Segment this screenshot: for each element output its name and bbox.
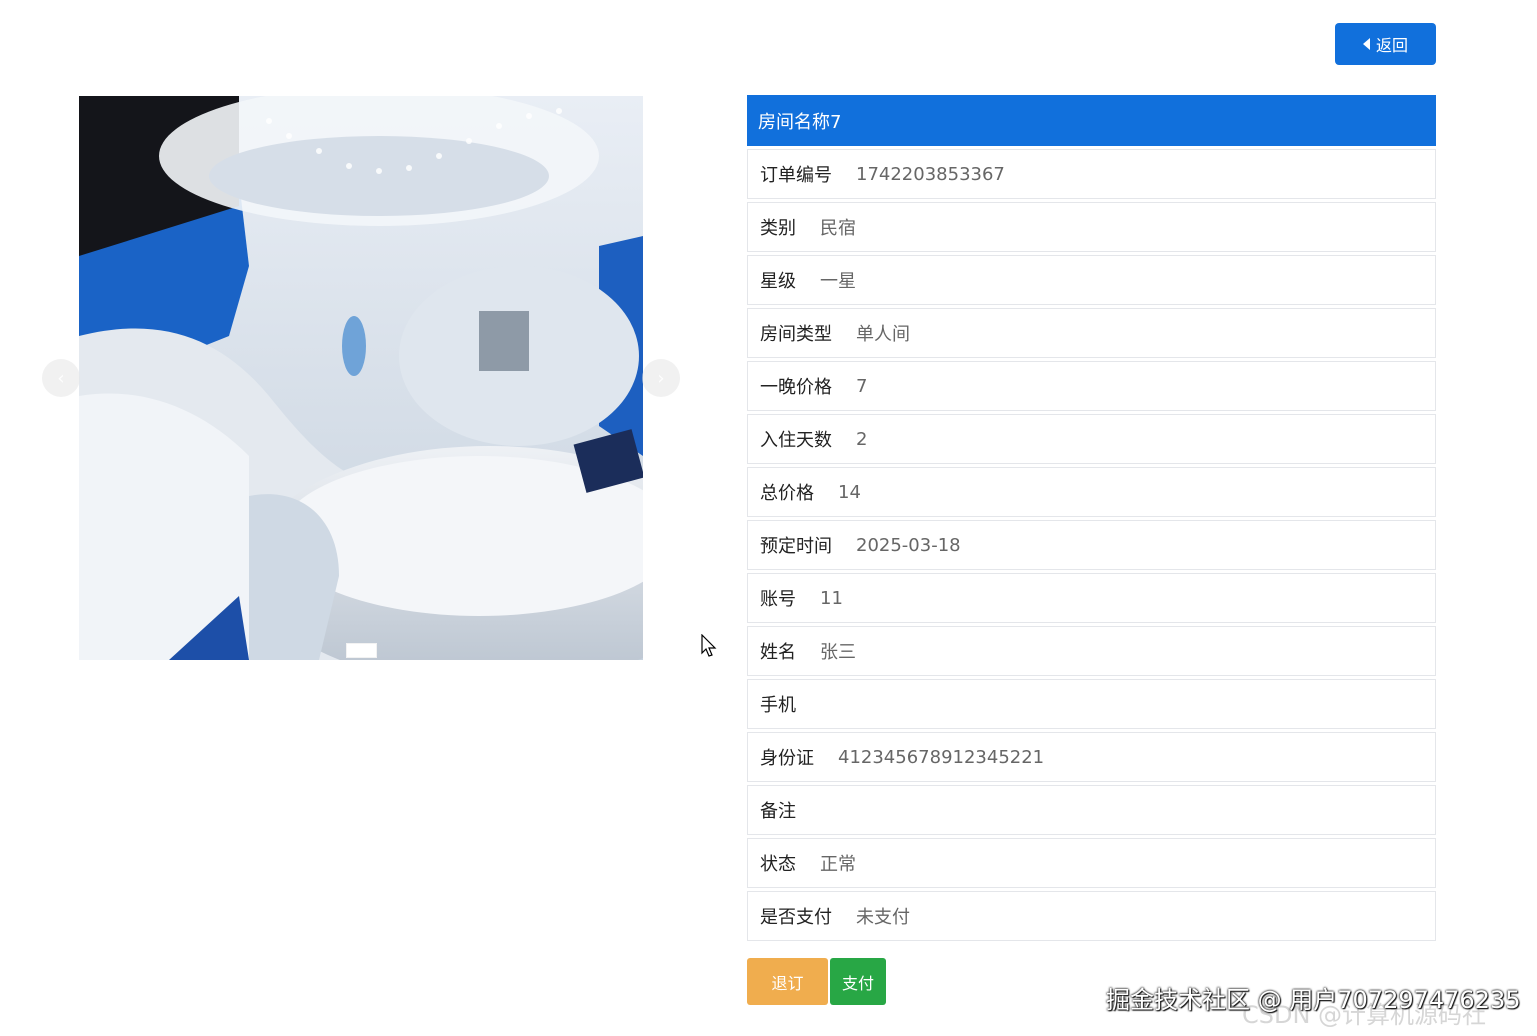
detail-row-value: 14 <box>838 481 861 503</box>
detail-row-label: 订单编号 <box>760 165 832 186</box>
mouse-cursor-icon <box>701 634 717 657</box>
detail-row-value: 单人间 <box>856 324 910 345</box>
detail-row-label: 身份证 <box>760 748 814 769</box>
cancel-order-button[interactable]: 退订 <box>747 958 828 1005</box>
detail-row-value: 1742203853367 <box>856 163 1005 185</box>
detail-row: 备注 <box>747 785 1436 835</box>
detail-row-label: 入住天数 <box>760 430 832 451</box>
back-button-label: 返回 <box>1375 36 1408 55</box>
detail-row: 一晚价格 7 <box>747 361 1436 411</box>
detail-row-label: 星级 <box>760 271 796 292</box>
detail-row-label: 账号 <box>760 589 796 610</box>
detail-row: 状态 正常 <box>747 838 1436 888</box>
detail-row-label: 房间类型 <box>760 324 832 345</box>
carousel-indicator[interactable] <box>346 643 377 658</box>
room-name-title: 房间名称7 <box>747 95 1436 146</box>
detail-row: 房间类型 单人间 <box>747 308 1436 358</box>
carousel-next-button[interactable]: › <box>642 359 680 397</box>
carousel-prev-button[interactable]: ‹ <box>42 359 80 397</box>
detail-row-label: 预定时间 <box>760 536 832 557</box>
detail-row-label: 手机 <box>760 695 796 716</box>
action-buttons: 退订 支付 <box>747 958 886 1005</box>
detail-row-value: 7 <box>856 375 868 397</box>
caret-left-icon <box>1362 38 1370 50</box>
detail-row: 总价格 14 <box>747 467 1436 517</box>
detail-row-value: 2 <box>856 428 868 450</box>
detail-row: 手机 <box>747 679 1436 729</box>
detail-row: 预定时间 2025-03-18 <box>747 520 1436 570</box>
detail-row-value: 未支付 <box>856 907 910 928</box>
detail-row: 类别 民宿 <box>747 202 1436 252</box>
room-image-carousel: ‹ › <box>40 96 680 661</box>
back-button[interactable]: 返回 <box>1335 23 1436 65</box>
detail-row-label: 备注 <box>760 801 796 822</box>
detail-row-value: 民宿 <box>820 218 856 239</box>
room-photo <box>79 96 643 660</box>
detail-row-value: 2025-03-18 <box>856 534 961 556</box>
order-detail-panel: 房间名称7 订单编号 1742203853367 类别 民宿星级 一星房间类型 单人间一晚… <box>747 95 1436 941</box>
detail-row-label: 姓名 <box>760 642 796 663</box>
detail-row: 账号 11 <box>747 573 1436 623</box>
detail-row-value: 11 <box>820 587 843 609</box>
detail-row-value: 412345678912345221 <box>838 746 1045 768</box>
detail-row-label: 一晚价格 <box>760 377 832 398</box>
detail-row: 身份证 412345678912345221 <box>747 732 1436 782</box>
detail-row-value: 一星 <box>820 271 856 292</box>
detail-row-label: 状态 <box>760 854 796 875</box>
detail-row-value: 正常 <box>820 854 856 875</box>
detail-row: 是否支付 未支付 <box>747 891 1436 941</box>
detail-row-value: 张三 <box>820 642 856 663</box>
detail-row-label: 总价格 <box>760 483 814 504</box>
watermark-juejin: 掘金技术社区 @ 用户707297476235 <box>1106 986 1521 1014</box>
detail-row-label: 是否支付 <box>760 907 832 928</box>
detail-row: 姓名 张三 <box>747 626 1436 676</box>
detail-row: 订单编号 1742203853367 <box>747 149 1436 199</box>
detail-row: 入住天数 2 <box>747 414 1436 464</box>
detail-row: 星级 一星 <box>747 255 1436 305</box>
detail-row-label: 类别 <box>760 218 796 239</box>
pay-button[interactable]: 支付 <box>830 958 886 1005</box>
